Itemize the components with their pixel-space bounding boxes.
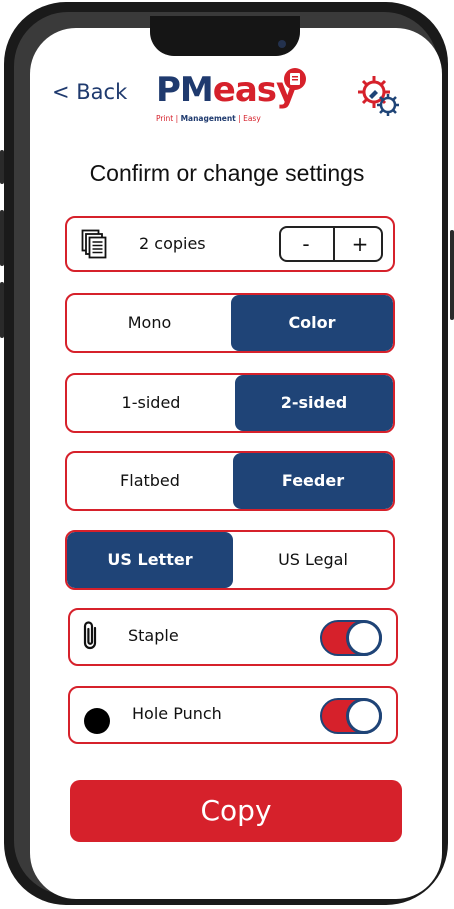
copies-icon — [81, 229, 107, 259]
option-flatbed[interactable]: Flatbed — [67, 453, 233, 509]
copies-row: 2 copies - + — [65, 216, 395, 272]
hole-punch-row: Hole Punch — [68, 686, 398, 744]
option-us-legal[interactable]: US Legal — [233, 532, 393, 588]
hole-punch-label: Hole Punch — [132, 704, 222, 723]
logo-tagline-sep-2: | — [235, 114, 244, 123]
back-button[interactable]: < Back — [52, 80, 127, 104]
staple-row: Staple — [68, 608, 398, 666]
notch — [150, 16, 300, 56]
hole-punch-toggle[interactable] — [320, 698, 382, 734]
power-button — [450, 230, 454, 320]
sides-selector: 1-sided 2-sided — [65, 373, 395, 433]
logo-tagline-sep-1: | — [173, 114, 181, 123]
logo-tagline: Print | Management | Easy — [156, 114, 261, 123]
option-us-letter[interactable]: US Letter — [67, 532, 233, 588]
option-color[interactable]: Color — [231, 295, 393, 351]
option-1-sided[interactable]: 1-sided — [67, 375, 235, 431]
option-mono[interactable]: Mono — [67, 295, 232, 351]
staple-label: Staple — [128, 626, 179, 645]
logo-tagline-easy: Easy — [243, 114, 261, 123]
copies-count: 2 copies — [139, 234, 206, 253]
copy-button[interactable]: Copy — [70, 780, 402, 842]
volume-down-button — [0, 282, 4, 338]
logo-badge-icon — [284, 68, 306, 90]
color-mode-selector: Mono Color — [65, 293, 395, 353]
copies-stepper: - + — [279, 226, 383, 262]
camera-icon — [278, 40, 286, 48]
dot-icon — [84, 708, 110, 734]
source-selector: Flatbed Feeder — [65, 451, 395, 511]
staple-toggle-knob — [346, 620, 382, 656]
logo-tagline-print: Print — [156, 114, 174, 123]
page-title: Confirm or change settings — [89, 160, 365, 186]
option-feeder[interactable]: Feeder — [233, 453, 393, 509]
volume-up-button — [0, 210, 4, 266]
hole-punch-toggle-knob — [346, 698, 382, 734]
logo-pm: PM — [156, 70, 214, 110]
app-logo: PMeasy Print | Management | Easy — [156, 68, 306, 126]
logo-wordmark: PMeasy — [156, 70, 298, 110]
logo-tagline-management: Management — [180, 114, 236, 123]
gear-icon[interactable] — [354, 72, 402, 120]
option-2-sided[interactable]: 2-sided — [235, 375, 393, 431]
decrement-copies-button[interactable]: - — [281, 228, 331, 260]
staple-toggle[interactable] — [320, 620, 382, 656]
paperclip-icon — [80, 620, 102, 654]
increment-copies-button[interactable]: + — [333, 228, 385, 260]
paper-size-selector: US Letter US Legal — [65, 530, 395, 590]
